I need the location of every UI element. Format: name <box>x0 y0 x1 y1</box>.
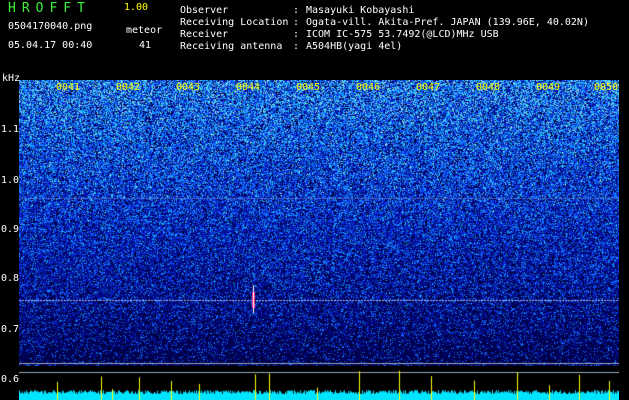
y-tick-label: 0.6 <box>1 374 20 385</box>
location-value: Ogata-vill. Akita-Pref. JAPAN (139.96E, … <box>306 17 589 28</box>
observer-value: Masayuki Kobayashi <box>306 5 415 16</box>
antenna-value: A504HB(yagi 4el) <box>306 41 403 52</box>
version-label: 1.00 <box>124 2 149 13</box>
meteor-label: meteor <box>126 25 163 36</box>
separator: : <box>293 5 300 16</box>
filename-label: 0504170040.png <box>8 21 93 32</box>
time-mark: 0045 <box>296 82 321 93</box>
receiver-label: Receiver <box>180 29 229 40</box>
time-mark: 0042 <box>116 82 141 93</box>
time-mark: 0047 <box>416 82 441 93</box>
separator: : <box>293 41 300 52</box>
time-mark: 0043 <box>176 82 201 93</box>
time-mark: 0041 <box>56 82 81 93</box>
observer-label: Observer <box>180 5 229 16</box>
meteor-count: 41 <box>139 40 152 51</box>
antenna-label: Receiving antenna <box>180 41 283 52</box>
y-tick-label: 0.9 <box>1 224 20 235</box>
time-mark: 0046 <box>356 82 381 93</box>
frequency-unit-label: kHz <box>2 73 21 84</box>
time-mark: 0050 <box>594 82 619 93</box>
y-tick-label: 1.1 <box>1 124 20 135</box>
datetime-label: 05.04.17 00:40 <box>8 40 93 51</box>
separator: : <box>293 17 300 28</box>
time-mark: 0044 <box>236 82 261 93</box>
separator: : <box>293 29 300 40</box>
y-tick-label: 0.8 <box>1 273 20 284</box>
meteor-echo-panel <box>19 366 619 400</box>
y-tick-label: 1.0 <box>1 175 20 186</box>
app-title: HROFFT <box>8 1 91 16</box>
location-label: Receiving Location <box>180 17 289 28</box>
time-mark: 0048 <box>476 82 501 93</box>
time-mark: 0049 <box>536 82 561 93</box>
y-tick-label: 0.7 <box>1 324 20 335</box>
receiver-value: ICOM IC-575 53.7492(@LCD)MHz USB <box>306 29 499 40</box>
spectrogram-canvas <box>19 80 619 366</box>
